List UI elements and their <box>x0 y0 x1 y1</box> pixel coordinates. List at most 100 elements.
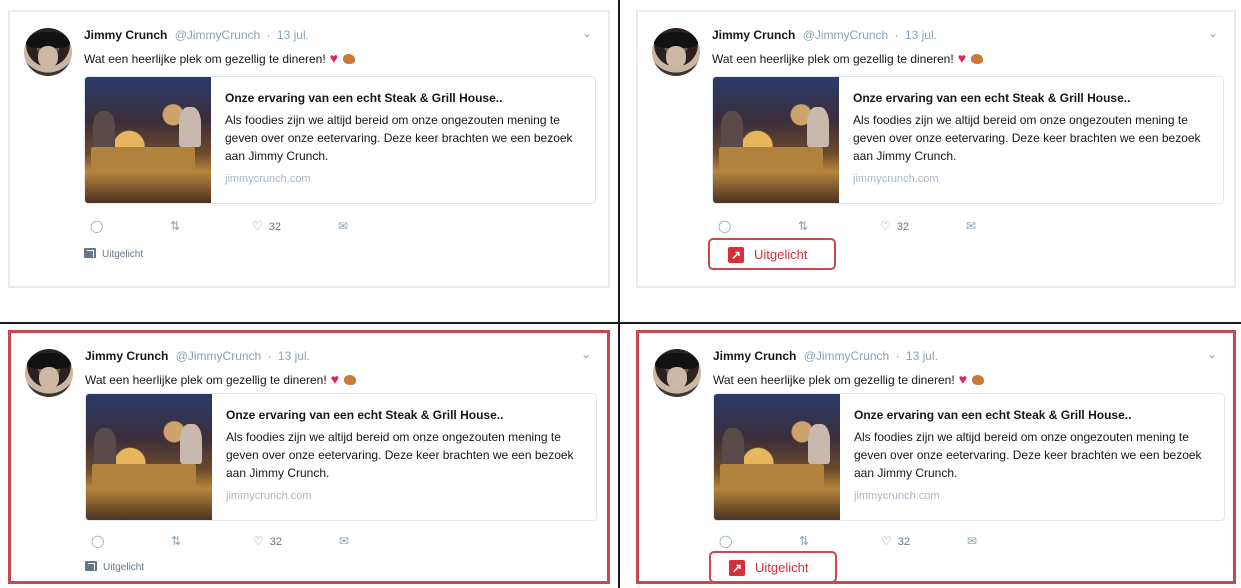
avatar[interactable] <box>653 349 701 397</box>
tweet-date[interactable]: 13 jul. <box>906 349 938 363</box>
author-handle[interactable]: @JimmyCrunch <box>175 28 261 42</box>
featured-label: Uitgelicht <box>103 562 145 573</box>
featured-link[interactable]: Uitgelicht <box>85 561 144 573</box>
card-title: Onze ervaring van een echt Steak & Grill… <box>226 408 504 422</box>
drumstick-emoji-icon <box>344 375 356 385</box>
card-title: Onze ervaring van een echt Steak & Grill… <box>854 408 1132 422</box>
card-description: Als foodies zijn we altijd bereid om onz… <box>226 430 574 480</box>
link-card[interactable]: Onze ervaring van een echt Steak & Grill… <box>85 393 597 521</box>
chevron-down-icon[interactable]: ⌄ <box>1206 26 1220 40</box>
card-description: Als foodies zijn we altijd bereid om onz… <box>853 113 1201 163</box>
author-name[interactable]: Jimmy Crunch <box>84 28 167 42</box>
card-title: Onze ervaring van een echt Steak & Grill… <box>225 91 503 105</box>
tweet-header: Jimmy Crunch @JimmyCrunch · 13 jul. <box>713 349 938 363</box>
separator-dot: · <box>895 349 900 363</box>
author-handle[interactable]: @JimmyCrunch <box>176 349 262 363</box>
envelope-icon[interactable]: ✉ <box>339 533 349 549</box>
like-count: 32 <box>896 221 910 233</box>
link-card[interactable]: Onze ervaring van een echt Steak & Grill… <box>84 76 596 204</box>
arrow-up-right-icon: ↗ <box>728 247 744 263</box>
tweet-date[interactable]: 13 jul. <box>905 28 937 42</box>
tweet-text-content: Wat een heerlijke plek om gezellig te di… <box>84 52 326 66</box>
tweet-actions: ◯ ⇅ ♡ 32 ✉ <box>90 218 390 234</box>
separator-dot: · <box>267 349 272 363</box>
like-count: 32 <box>269 536 283 548</box>
avatar[interactable] <box>652 28 700 76</box>
tweet-text: Wat een heerlijke plek om gezellig te di… <box>713 371 984 387</box>
reply-icon[interactable]: ◯ <box>719 533 732 549</box>
reply-icon[interactable]: ◯ <box>91 533 104 549</box>
featured-link[interactable]: Uitgelicht <box>84 248 143 260</box>
arrow-up-right-icon: ↗ <box>729 560 745 576</box>
author-name[interactable]: Jimmy Crunch <box>713 349 796 363</box>
like-button[interactable]: ♡ 32 <box>253 533 282 550</box>
drumstick-emoji-icon <box>343 54 355 64</box>
heart-emoji-icon: ♥ <box>958 371 967 387</box>
featured-button[interactable]: ↗ Uitgelicht <box>709 551 837 581</box>
tweet-date[interactable]: 13 jul. <box>278 349 310 363</box>
reply-icon[interactable]: ◯ <box>90 218 103 234</box>
heart-icon: ♡ <box>880 219 891 233</box>
featured-label: Uitgelicht <box>755 560 809 575</box>
retweet-icon[interactable]: ⇅ <box>799 533 809 549</box>
featured-label: Uitgelicht <box>754 247 808 262</box>
heart-emoji-icon: ♥ <box>957 50 966 66</box>
chevron-down-icon[interactable]: ⌄ <box>1205 347 1219 361</box>
like-count: 32 <box>268 221 282 233</box>
card-url: jimmycrunch.com <box>853 173 939 185</box>
envelope-icon[interactable]: ✉ <box>966 218 976 234</box>
featured-label: Uitgelicht <box>102 249 144 260</box>
card-url: jimmycrunch.com <box>226 490 312 502</box>
link-card[interactable]: Onze ervaring van een echt Steak & Grill… <box>713 393 1225 521</box>
separator-dot: · <box>894 28 899 42</box>
retweet-icon[interactable]: ⇅ <box>798 218 808 234</box>
heart-icon: ♡ <box>253 534 264 548</box>
link-card[interactable]: Onze ervaring van een echt Steak & Grill… <box>712 76 1224 204</box>
tweet-panel-bottom-right: Jimmy Crunch @JimmyCrunch · 13 jul. ⌄ Wa… <box>636 330 1236 584</box>
card-image <box>85 77 211 203</box>
card-title: Onze ervaring van een echt Steak & Grill… <box>853 91 1131 105</box>
chevron-down-icon[interactable]: ⌄ <box>579 347 593 361</box>
heart-emoji-icon: ♥ <box>330 371 339 387</box>
author-name[interactable]: Jimmy Crunch <box>712 28 795 42</box>
retweet-icon[interactable]: ⇅ <box>171 533 181 549</box>
tweet-text: Wat een heerlijke plek om gezellig te di… <box>712 50 983 66</box>
tweet-header: Jimmy Crunch @JimmyCrunch · 13 jul. <box>85 349 310 363</box>
author-name[interactable]: Jimmy Crunch <box>85 349 168 363</box>
featured-button[interactable]: ↗ Uitgelicht <box>708 238 836 270</box>
horizontal-divider <box>0 322 1241 324</box>
card-image <box>714 394 840 520</box>
author-handle[interactable]: @JimmyCrunch <box>804 349 890 363</box>
tweet-text-content: Wat een heerlijke plek om gezellig te di… <box>713 373 955 387</box>
tweet-actions: ◯ ⇅ ♡ 32 ✉ <box>718 218 1018 234</box>
heart-emoji-icon: ♥ <box>329 50 338 66</box>
card-image <box>713 77 839 203</box>
tweet-text: Wat een heerlijke plek om gezellig te di… <box>85 371 356 387</box>
card-url: jimmycrunch.com <box>854 490 940 502</box>
envelope-icon[interactable]: ✉ <box>967 533 977 549</box>
heart-icon: ♡ <box>252 219 263 233</box>
separator-dot: · <box>266 28 271 42</box>
arrow-up-right-icon <box>84 248 96 258</box>
like-button[interactable]: ♡ 32 <box>880 218 909 235</box>
tweet-date[interactable]: 13 jul. <box>277 28 309 42</box>
card-url: jimmycrunch.com <box>225 173 311 185</box>
heart-icon: ♡ <box>881 534 892 548</box>
like-count: 32 <box>897 536 911 548</box>
tweet-header: Jimmy Crunch @JimmyCrunch · 13 jul. <box>84 28 309 42</box>
card-image <box>86 394 212 520</box>
reply-icon[interactable]: ◯ <box>718 218 731 234</box>
tweet-actions: ◯ ⇅ ♡ 32 ✉ <box>91 533 391 549</box>
like-button[interactable]: ♡ 32 <box>881 533 910 550</box>
drumstick-emoji-icon <box>971 54 983 64</box>
tweet-panel-bottom-left: Jimmy Crunch @JimmyCrunch · 13 jul. ⌄ Wa… <box>8 330 610 584</box>
avatar[interactable] <box>24 28 72 76</box>
tweet-text-content: Wat een heerlijke plek om gezellig te di… <box>712 52 954 66</box>
like-button[interactable]: ♡ 32 <box>252 218 281 235</box>
vertical-divider <box>618 0 620 588</box>
retweet-icon[interactable]: ⇅ <box>170 218 180 234</box>
author-handle[interactable]: @JimmyCrunch <box>803 28 889 42</box>
avatar[interactable] <box>25 349 73 397</box>
envelope-icon[interactable]: ✉ <box>338 218 348 234</box>
chevron-down-icon[interactable]: ⌄ <box>580 26 594 40</box>
